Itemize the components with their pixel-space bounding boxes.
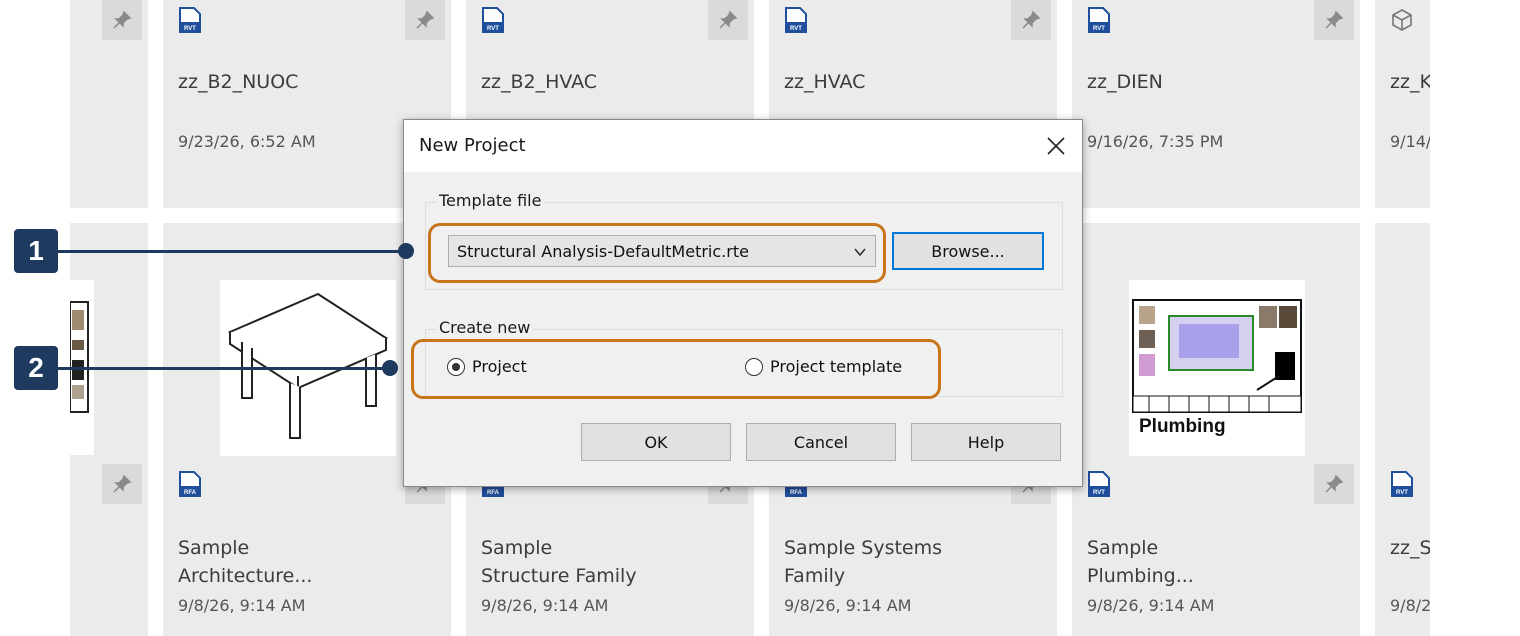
rvt-file-icon: RVT: [481, 6, 505, 34]
browse-button[interactable]: Browse...: [892, 232, 1044, 270]
callout-badge-1: 1: [14, 229, 58, 273]
pin-button[interactable]: [102, 464, 142, 504]
plumbing-sheet-thumbnail: Plumbing: [1132, 299, 1302, 437]
svg-text:RFA: RFA: [184, 490, 197, 496]
recent-file-tile-partial[interactable]: [70, 0, 148, 208]
callout-dot-2: [382, 360, 398, 376]
start-screen: RVT zz_B2_NUOC 9/23/26, 6:52 AM RVT zz_B…: [0, 0, 1520, 636]
svg-text:Plumbing: Plumbing: [1139, 416, 1226, 437]
pin-icon: [719, 10, 738, 29]
tile-title: zz_K: [1390, 71, 1432, 93]
thumbnail: Plumbing: [1129, 280, 1305, 456]
new-project-dialog: New Project Template file Structural Ana…: [403, 119, 1083, 487]
tile-date: 9/8/26, 9:14 AM: [1087, 596, 1215, 615]
left-margin: [0, 0, 70, 636]
tile-date: 9/14/: [1390, 132, 1432, 151]
tile-title: zz_HVAC: [784, 71, 866, 93]
pin-button[interactable]: [1314, 464, 1354, 504]
right-margin: [1430, 0, 1520, 636]
svg-text:RVT: RVT: [1093, 490, 1105, 496]
pin-icon: [416, 10, 435, 29]
callout-badge-2: 2: [14, 346, 58, 390]
rvt-file-icon: RVT: [1087, 470, 1111, 498]
rvt-file-icon: RVT: [1087, 6, 1111, 34]
close-icon: [1047, 137, 1065, 155]
recent-file-tile-partial[interactable]: [70, 223, 148, 636]
close-button[interactable]: [1042, 132, 1070, 160]
cube-icon: [1390, 8, 1414, 36]
recent-file-tile[interactable]: Plumbing RVT Sample Plumbing... 9/8/26, …: [1072, 223, 1360, 636]
dialog-titlebar: New Project: [404, 120, 1082, 172]
callout-dot-1: [398, 243, 414, 259]
svg-text:RVT: RVT: [1396, 490, 1408, 496]
callout-line-2: [58, 367, 390, 370]
tile-title: zz_B2_NUOC: [178, 71, 299, 93]
svg-text:RVT: RVT: [184, 26, 196, 32]
rfa-file-icon: RFA: [178, 470, 202, 498]
pin-icon: [113, 10, 132, 29]
svg-text:RVT: RVT: [487, 26, 499, 32]
pin-button[interactable]: [102, 0, 142, 40]
pin-icon: [1022, 10, 1041, 29]
help-button[interactable]: Help: [911, 423, 1061, 461]
callout-line-1: [58, 250, 406, 253]
pin-icon: [1325, 474, 1344, 493]
rvt-file-icon: RVT: [1390, 470, 1414, 498]
pin-button[interactable]: [1011, 0, 1051, 40]
tile-date: 9/8/2: [1390, 596, 1432, 615]
template-highlight: [428, 223, 886, 283]
tile-date: 9/16/26, 7:35 PM: [1087, 132, 1224, 151]
tile-title: Sample Structure Family: [481, 537, 637, 587]
tile-title: zz_B2_HVAC: [481, 71, 598, 93]
pin-button[interactable]: [1314, 0, 1354, 40]
svg-text:RVT: RVT: [1093, 26, 1105, 32]
pin-button[interactable]: [708, 0, 748, 40]
rvt-file-icon: RVT: [784, 6, 808, 34]
create-new-highlight: [411, 339, 941, 399]
pin-icon: [1325, 10, 1344, 29]
svg-text:RFA: RFA: [790, 490, 803, 496]
cancel-button[interactable]: Cancel: [746, 423, 896, 461]
dialog-title: New Project: [419, 135, 526, 156]
pin-button[interactable]: [405, 0, 445, 40]
tile-title: zz_S: [1390, 537, 1432, 559]
tile-date: 9/8/26, 9:14 AM: [481, 596, 609, 615]
rvt-file-icon: RVT: [178, 6, 202, 34]
svg-text:RVT: RVT: [790, 26, 802, 32]
recent-file-tile[interactable]: RVT zz_DIEN 9/16/26, 7:35 PM: [1072, 0, 1360, 208]
template-file-label: Template file: [436, 191, 545, 210]
tile-date: 9/23/26, 6:52 AM: [178, 132, 316, 151]
tile-title: Sample Systems Family: [784, 537, 943, 587]
svg-text:RFA: RFA: [487, 490, 500, 496]
tile-date: 9/8/26, 9:14 AM: [784, 596, 912, 615]
tile-title: zz_DIEN: [1087, 71, 1163, 93]
tile-title: Sample Architecture...: [178, 537, 313, 587]
pin-icon: [113, 474, 132, 493]
tile-title: Sample Plumbing...: [1087, 537, 1194, 587]
ok-button[interactable]: OK: [581, 423, 731, 461]
tile-date: 9/8/26, 9:14 AM: [178, 596, 306, 615]
create-new-label: Create new: [436, 318, 534, 337]
